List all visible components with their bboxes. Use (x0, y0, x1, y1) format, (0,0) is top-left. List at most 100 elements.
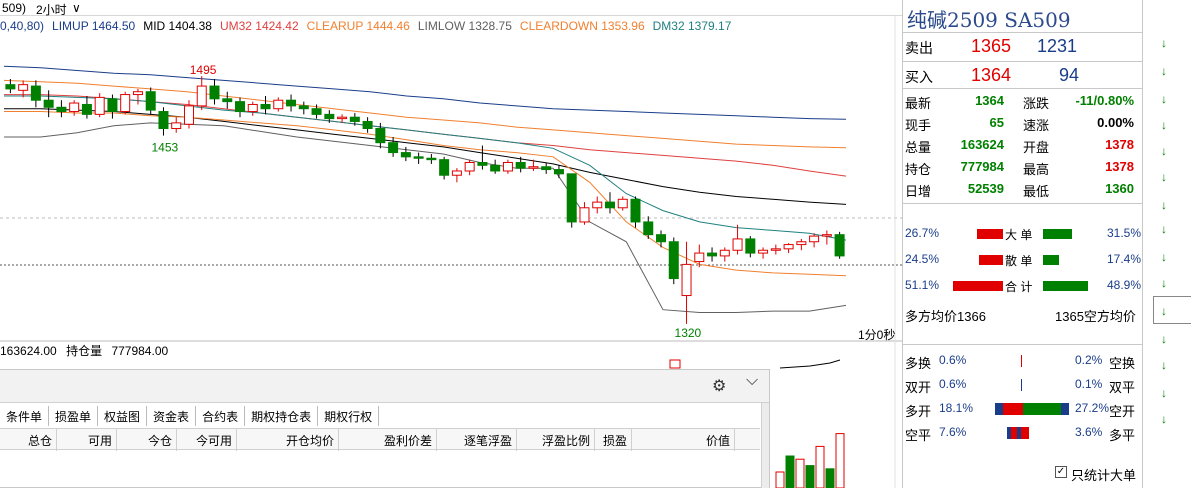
candle (158, 107, 169, 136)
down-arrow-icon: ↓ (1161, 92, 1167, 106)
tab-3[interactable]: 资金表 (147, 406, 197, 426)
trade-type-right-pct: 0.2% (1075, 353, 1103, 367)
candle (502, 159, 513, 174)
column-separator (631, 429, 632, 451)
flow-green-bar (1043, 255, 1060, 265)
candle (541, 162, 552, 174)
ask-price[interactable]: 1365 (971, 36, 1011, 57)
position-panel[interactable]: ⚙ ⌵ 条件单 损盈单 权益图 资金表 合约表 期权持仓表 期权行权 总仓 可用 今仓 今可用 开仓… (0, 369, 770, 488)
quote-panel: 纯碱2509 SA509 卖出 1365 1231 买入 1364 94 最新 1… (902, 0, 1143, 488)
bid-label: 买入 (905, 69, 933, 85)
down-arrow-icon: ↓ (1161, 304, 1167, 318)
selected-tick[interactable] (1153, 296, 1191, 324)
big-order-checkbox-label: 只统计大单 (1071, 468, 1137, 483)
down-arrow-icon: ↓ (1161, 332, 1167, 346)
candle (196, 76, 207, 111)
tab-5[interactable]: 期权持仓表 (245, 406, 319, 426)
flow-green-bar (1043, 281, 1089, 291)
trade-type-label: 双平 (1109, 380, 1136, 395)
tab-0[interactable]: 条件单 (0, 406, 50, 426)
stat-value: 52539 (967, 181, 1004, 196)
divider (903, 203, 1143, 204)
column-separator (594, 429, 595, 451)
column-header[interactable]: 浮盈比例 (542, 432, 590, 449)
tab-6[interactable]: 期权行权 (318, 406, 380, 426)
divider (903, 61, 1143, 62)
candle (413, 152, 424, 164)
stat-value: 1364 (975, 93, 1004, 108)
indicator-legend: 0,40,80) LIMUP 1464.50 MID 1404.38 UM32 142… (0, 19, 739, 35)
band-dm32 (4, 95, 847, 241)
stat-value: 1378 (1105, 137, 1134, 152)
period-select[interactable]: 2小时 (36, 1, 67, 18)
candle (451, 168, 462, 183)
panel-tabs: 条件单 损盈单 权益图 资金表 合约表 期权持仓表 期权行权 (0, 406, 380, 426)
candle (120, 91, 131, 115)
candle (579, 202, 590, 225)
trade-type-bar (995, 403, 1003, 415)
candle (834, 231, 845, 259)
bid-price[interactable]: 1364 (971, 65, 1011, 86)
column-separator (56, 429, 57, 451)
flow-row: 26.7% 大 单 31.5% (903, 224, 1143, 244)
candle (656, 230, 667, 248)
candle (719, 247, 730, 262)
tab-4[interactable]: 合约表 (196, 406, 246, 426)
oi-value: 777984.00 (111, 344, 169, 358)
down-arrow-icon: ↓ (1161, 170, 1167, 184)
trade-type-row: 空平 7.6% 3.6% 多平 (903, 423, 1143, 443)
candle (171, 117, 182, 133)
oi-label: 持仓量 (66, 344, 103, 358)
scrollbar[interactable] (761, 403, 769, 488)
gear-icon[interactable]: ⚙ (712, 376, 726, 396)
column-header[interactable]: 今可用 (196, 432, 232, 449)
trade-type-left-pct: 0.6% (939, 377, 967, 391)
tab-2[interactable]: 权益图 (98, 406, 148, 426)
volume-bar (805, 465, 815, 488)
trade-type-left-pct: 0.6% (939, 353, 967, 367)
countdown-label: 1分0秒 (858, 328, 896, 342)
trade-type-label: 多平 (1109, 428, 1136, 443)
collapse-icon[interactable]: ⌵ (746, 372, 758, 390)
column-header[interactable]: 今仓 (148, 432, 172, 449)
big-order-checkbox[interactable]: ✓ (1055, 466, 1067, 478)
column-header[interactable]: 损盈 (603, 432, 627, 449)
stat-value: 0.00% (1097, 115, 1134, 130)
stat-value: 163624 (960, 137, 1004, 152)
column-header[interactable]: 开仓均价 (286, 432, 334, 449)
flow-left-pct: 24.5% (905, 252, 940, 266)
stat-label: 最低 (1023, 184, 1050, 199)
panel-titlebar[interactable]: ⚙ ⌵ (0, 370, 769, 403)
down-arrow-icon: ↓ (1161, 198, 1167, 212)
column-header[interactable]: 盈利价差 (384, 432, 432, 449)
chart-area[interactable]: 1495 1453 1320 509) 2小时 ∨ 0,40,80) LIMUP 14… (0, 0, 902, 488)
flow-label: 合 计 (1005, 280, 1033, 294)
low-label-left: 1453 (151, 141, 178, 155)
bid-volume: 94 (1059, 65, 1080, 85)
column-header[interactable]: 逐笔浮盈 (464, 432, 512, 449)
candle (490, 159, 501, 174)
column-header[interactable]: 可用 (88, 432, 112, 449)
candle (298, 101, 309, 115)
trade-type-label: 空开 (1109, 404, 1136, 419)
candle (745, 236, 756, 258)
column-separator (176, 429, 177, 451)
down-arrow-icon: ↓ (1161, 250, 1167, 264)
trade-type-bar (1021, 379, 1022, 391)
stat-label: 开盘 (1023, 140, 1050, 155)
trade-type-label: 双开 (905, 380, 932, 395)
trade-type-left-pct: 18.1% (939, 401, 974, 415)
candle (81, 95, 92, 119)
candle (222, 91, 233, 109)
flow-green-bar (1043, 229, 1073, 239)
column-header[interactable]: 总仓 (28, 432, 52, 449)
chevron-down-icon[interactable]: ∨ (72, 1, 81, 15)
down-arrow-icon: ↓ (1161, 358, 1167, 372)
tab-1[interactable]: 损盈单 (49, 406, 99, 426)
volume-header: 163624.00 持仓量 777984.00 (0, 342, 174, 359)
candle (809, 233, 820, 248)
column-header[interactable]: 价值 (706, 432, 730, 449)
trade-type-right-pct: 27.2% (1075, 401, 1110, 415)
flow-red-bar (977, 229, 1003, 239)
candle (247, 101, 258, 116)
